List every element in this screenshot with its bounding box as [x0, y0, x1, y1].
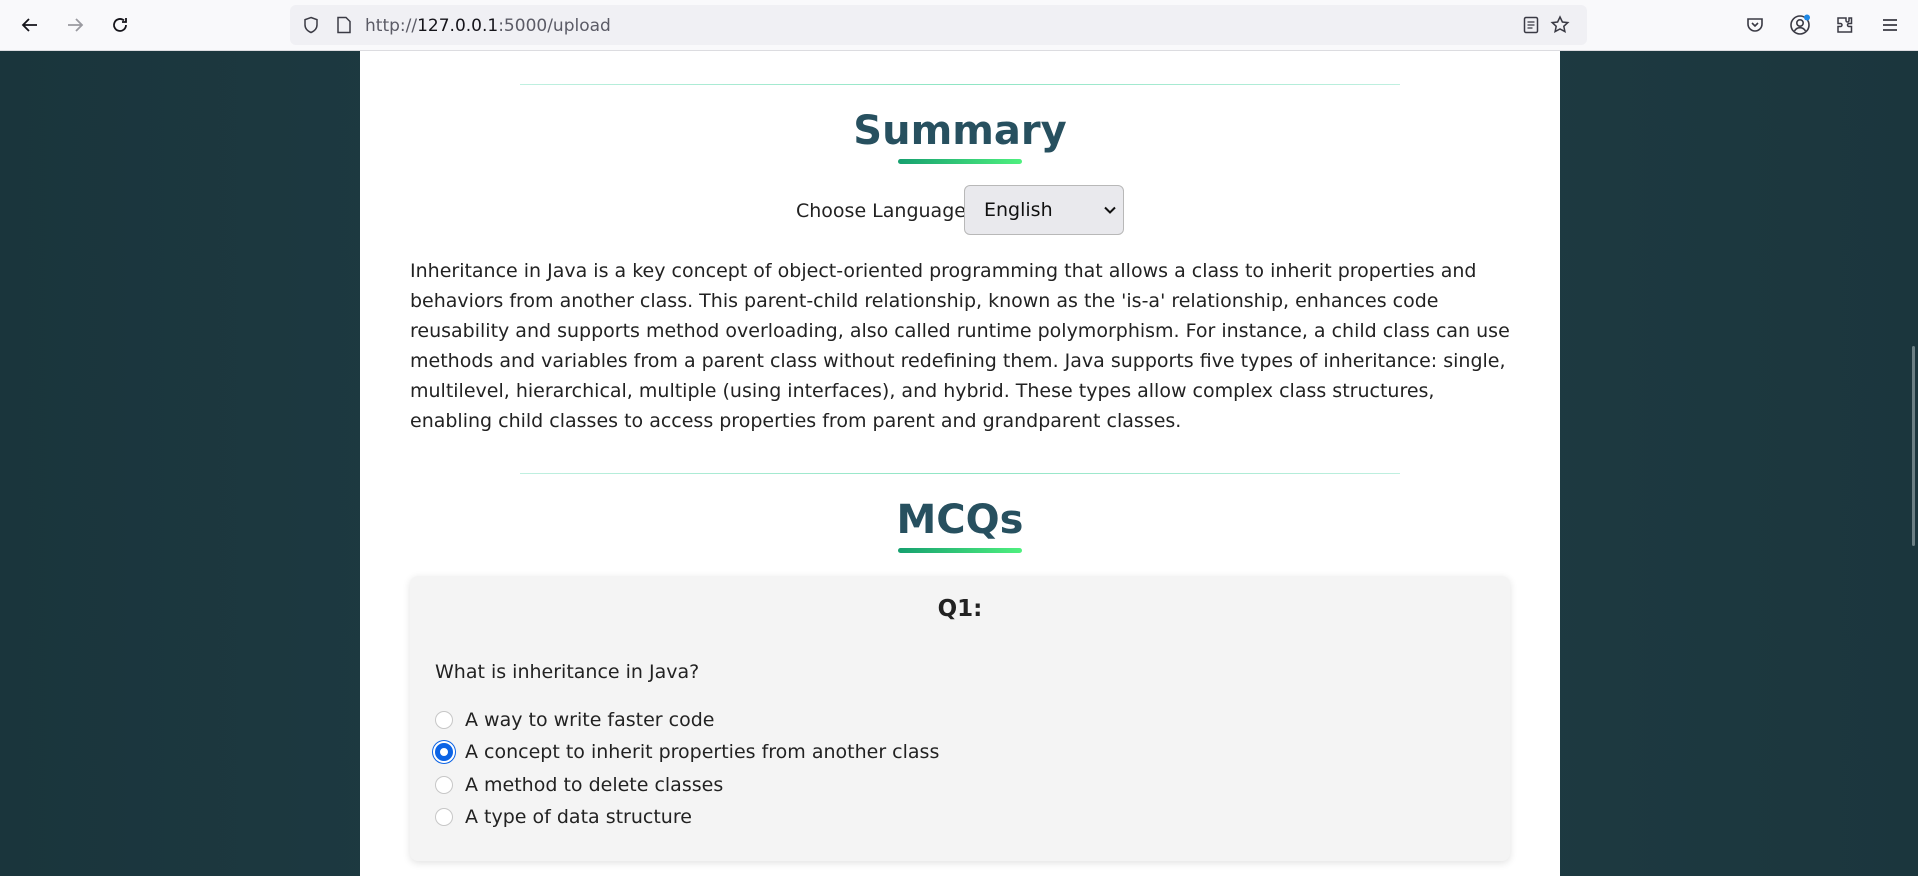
summary-heading: Summary: [853, 108, 1067, 154]
language-row: Choose Language: English: [360, 185, 1560, 235]
reload-icon: [113, 18, 127, 32]
chevron-down-icon: [1104, 206, 1116, 214]
option-3-radio[interactable]: [435, 776, 453, 794]
option-1-radio[interactable]: [435, 711, 453, 729]
bookmark-star-icon[interactable]: [1546, 11, 1574, 39]
forward-button[interactable]: [60, 10, 90, 40]
reload-button[interactable]: [105, 10, 135, 40]
language-label: Choose Language:: [796, 200, 973, 222]
option-1[interactable]: A way to write faster code: [435, 706, 714, 734]
option-3[interactable]: A method to delete classes: [435, 771, 723, 799]
back-arrow-icon: [21, 18, 37, 32]
option-2-label: A concept to inherit properties from ano…: [465, 741, 940, 763]
option-4[interactable]: A type of data structure: [435, 803, 692, 831]
language-selected-value: English: [984, 199, 1053, 221]
pocket-icon[interactable]: [1741, 11, 1769, 39]
option-1-label: A way to write faster code: [465, 709, 715, 731]
summary-text: Inheritance in Java is a key concept of …: [410, 260, 1510, 432]
address-bar[interactable]: http://127.0.0.1:5000/upload: [290, 5, 1587, 45]
account-icon[interactable]: [1786, 11, 1814, 39]
reader-view-icon[interactable]: [1517, 11, 1545, 39]
main-content: Summary Choose Language: English Inherit…: [360, 51, 1560, 876]
mcqs-heading: MCQs: [896, 497, 1024, 543]
scrollbar-thumb[interactable]: [1912, 346, 1915, 546]
question-card: Q1: What is inheritance in Java? A way t…: [410, 576, 1510, 861]
browser-toolbar: http://127.0.0.1:5000/upload: [0, 0, 1918, 51]
url-prefix: http://: [365, 16, 418, 36]
option-2[interactable]: A concept to inherit properties from ano…: [435, 738, 939, 766]
forward-arrow-icon: [68, 18, 84, 32]
summary-heading-underline: [898, 159, 1022, 164]
url-host: 127.0.0.1: [417, 16, 499, 36]
mcq-divider: [520, 473, 1400, 474]
page-scrollbar[interactable]: [1906, 51, 1918, 876]
option-4-radio[interactable]: [435, 808, 453, 826]
url-text[interactable]: http://127.0.0.1:5000/upload: [365, 16, 611, 36]
menu-icon[interactable]: [1876, 11, 1904, 39]
shield-icon[interactable]: [297, 11, 325, 39]
mcqs-heading-underline: [898, 548, 1022, 553]
page-icon[interactable]: [330, 11, 358, 39]
option-4-label: A type of data structure: [465, 806, 692, 828]
question-text: What is inheritance in Java?: [435, 661, 700, 683]
language-select[interactable]: English: [964, 185, 1124, 235]
top-divider: [520, 84, 1400, 85]
option-2-radio[interactable]: [435, 743, 453, 761]
question-number: Q1:: [937, 596, 983, 622]
back-button[interactable]: [15, 10, 45, 40]
option-3-label: A method to delete classes: [465, 774, 724, 796]
url-path: :5000/upload: [498, 16, 611, 36]
extensions-icon[interactable]: [1831, 11, 1859, 39]
